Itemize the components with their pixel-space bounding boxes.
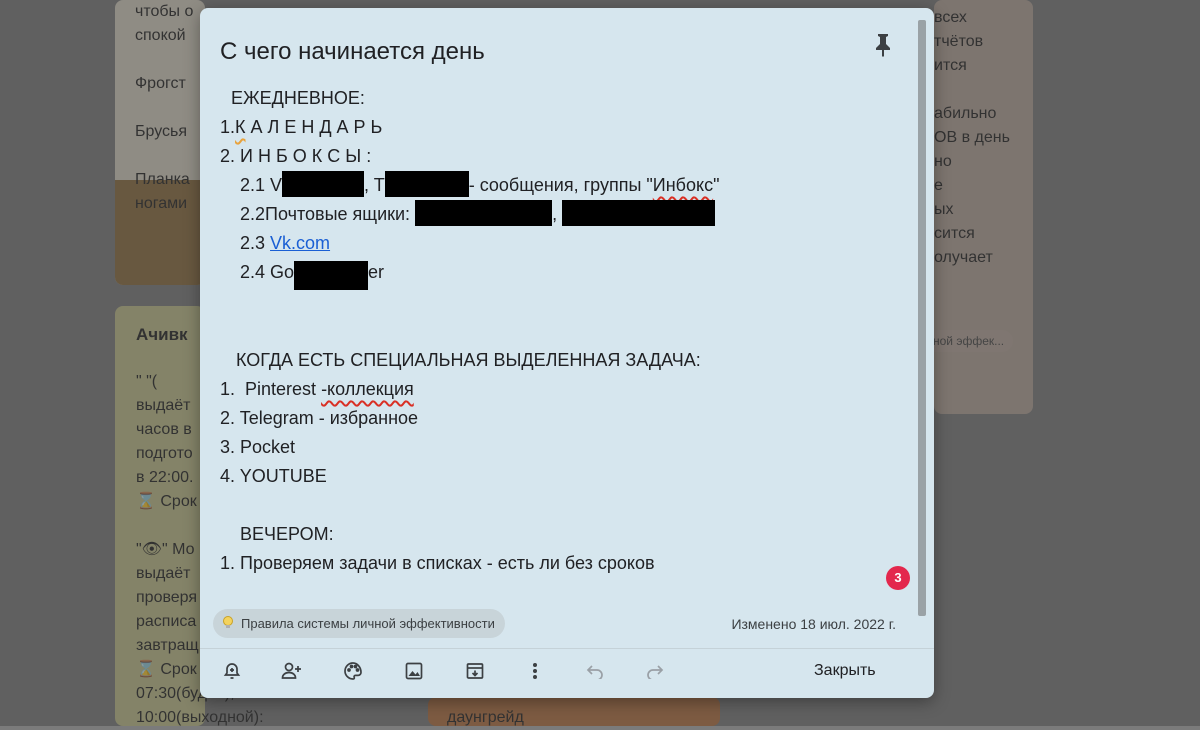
last-edited-timestamp: Изменено 18 июл. 2022 г.	[731, 616, 896, 632]
list-item-pinterest: 1. Pinterest -коллекция	[220, 379, 414, 399]
redacted-block	[282, 171, 365, 197]
note-title[interactable]: С чего начинается день	[220, 38, 485, 66]
section-heading-special-task: КОГДА ЕСТЬ СПЕЦИАЛЬНАЯ ВЫДЕЛЕННАЯ ЗАДАЧА…	[236, 350, 701, 370]
undo-icon[interactable]	[580, 656, 610, 686]
note-label-chip[interactable]: Правила системы личной эффективности	[213, 609, 505, 638]
section-heading-evening: ВЕЧЕРОМ:	[240, 524, 334, 544]
note-toolbar: Закрыть	[200, 653, 934, 691]
scrollbar[interactable]	[918, 20, 926, 616]
list-item-inboxes: 2. И Н Б О К С Ы :	[220, 146, 372, 166]
list-item-google: 2.4 Go er	[240, 258, 384, 290]
redo-icon[interactable]	[640, 656, 670, 686]
list-item-vk: 2.3 Vk.com	[240, 233, 331, 253]
person-add-icon[interactable]	[277, 656, 307, 686]
more-vert-icon[interactable]	[520, 656, 550, 686]
redacted-block	[294, 261, 369, 290]
list-item-telegram: 2. Telegram - избранное	[220, 408, 419, 428]
pin-icon[interactable]	[872, 32, 894, 58]
archive-icon[interactable]	[460, 656, 490, 686]
toolbar-divider	[200, 648, 934, 649]
list-item-mailboxes: 2.2Почтовые ящики: ,	[240, 200, 716, 229]
vk-link[interactable]: Vk.com	[270, 233, 330, 253]
list-item-check-tasks: 1. Проверяем задачи в списках - есть ли …	[220, 553, 655, 573]
list-item-pocket: 3. Pocket	[220, 437, 296, 457]
list-item-messengers: 2.1 V, T- сообщения, группы "Инбокс"	[240, 171, 719, 200]
note-editor-dialog: С чего начинается день ЕЖЕДНЕВНОЕ: 1.К А…	[200, 8, 934, 698]
redacted-block	[415, 200, 553, 226]
image-icon[interactable]	[399, 656, 429, 686]
list-item-calendar: 1.К А Л Е Н Д А Р Ь	[220, 117, 383, 137]
close-button[interactable]: Закрыть	[798, 653, 892, 689]
redacted-block	[384, 171, 469, 197]
grammar-issues-badge[interactable]: 3	[886, 566, 910, 590]
redacted-block	[562, 200, 716, 226]
lightbulb-icon	[221, 615, 235, 632]
list-item-youtube: 4. YOUTUBE	[220, 466, 327, 486]
palette-icon[interactable]	[338, 656, 368, 686]
note-label-text: Правила системы личной эффективности	[241, 616, 495, 631]
bell-plus-icon[interactable]	[217, 656, 247, 686]
section-heading-daily: ЕЖЕДНЕВНОЕ:	[231, 88, 365, 108]
